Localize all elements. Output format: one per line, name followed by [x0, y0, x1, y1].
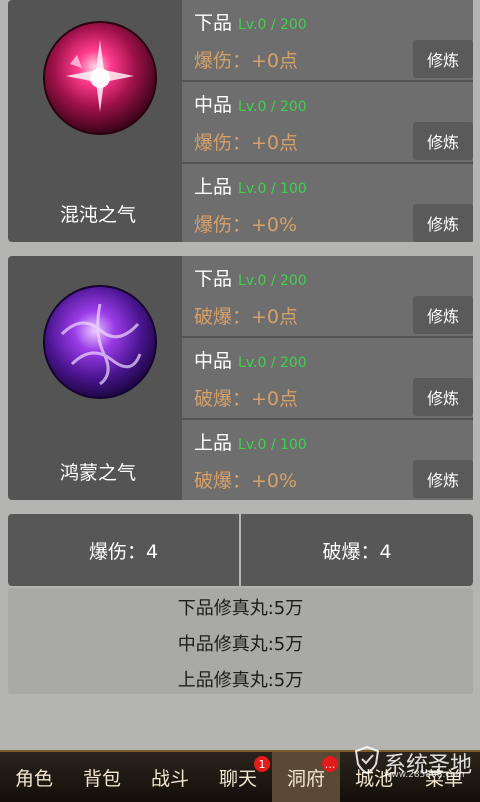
nav-cave-label: 洞府 [286, 767, 325, 790]
cultivate-button[interactable]: 修炼 [413, 122, 473, 160]
hundun-orb-icon [42, 20, 158, 136]
tier-label: 上品 [194, 176, 233, 198]
nav-battle[interactable]: 战斗 [136, 752, 204, 802]
hongmeng-row-mid: 中品 Lv.0 / 200 破爆：+0点 修炼 [182, 338, 473, 418]
cave-badge: ... [322, 756, 338, 772]
nav-chat-label: 聊天 [218, 767, 257, 790]
crit-break-total: 破爆：4 [241, 514, 473, 586]
stat-label: 破爆：+0% [194, 470, 298, 492]
hundun-orb-area: 混沌之气 [8, 0, 180, 242]
watermark: 系统圣地 www.285868.com [354, 745, 472, 780]
stat-label: 爆伤：+0% [194, 214, 298, 236]
hongmeng-row-low: 下品 Lv.0 / 200 破爆：+0点 修炼 [182, 256, 473, 336]
cultivate-button[interactable]: 修炼 [413, 378, 473, 416]
stat-label: 破爆：+0点 [194, 388, 299, 410]
pill-high: 上品修真丸:5万 [177, 670, 304, 691]
level-label: Lv.0 / 200 [238, 99, 307, 115]
level-label: Lv.0 / 200 [238, 273, 307, 289]
hongmeng-orb-area: 鸿蒙之气 [8, 256, 180, 500]
pill-list: 下品修真丸:5万 中品修真丸:5万 上品修真丸:5万 [8, 588, 473, 694]
chat-badge: 1 [254, 756, 270, 772]
level-label: Lv.0 / 100 [238, 437, 307, 453]
tier-label: 下品 [194, 268, 233, 290]
pill-low: 下品修真丸:5万 [177, 598, 304, 619]
tier-label: 上品 [194, 432, 233, 454]
tier-label: 中品 [194, 94, 233, 116]
nav-bag[interactable]: 背包 [68, 752, 136, 802]
tier-label: 下品 [194, 12, 233, 34]
stat-label: 爆伤：+0点 [194, 50, 299, 72]
stat-label: 爆伤：+0点 [194, 132, 299, 154]
level-label: Lv.0 / 200 [238, 17, 307, 33]
cultivate-button[interactable]: 修炼 [413, 460, 473, 498]
nav-cave[interactable]: 洞府 ... [272, 752, 340, 802]
cultivate-button[interactable]: 修炼 [413, 296, 473, 334]
pill-mid: 中品修真丸:5万 [177, 634, 304, 655]
hundun-name: 混沌之气 [59, 204, 136, 226]
crit-damage-total: 爆伤：4 [8, 514, 239, 586]
shield-logo-icon [354, 745, 380, 780]
nav-character[interactable]: 角色 [0, 752, 68, 802]
stat-label: 破爆：+0点 [194, 306, 299, 328]
hundun-row-low: 下品 Lv.0 / 200 爆伤：+0点 修炼 [182, 0, 473, 80]
hongmeng-orb-icon [42, 284, 158, 400]
hundun-row-mid: 中品 Lv.0 / 200 爆伤：+0点 修炼 [182, 82, 473, 162]
hundun-row-high: 上品 Lv.0 / 100 爆伤：+0% 修炼 [182, 164, 473, 242]
level-label: Lv.0 / 100 [238, 181, 307, 197]
hongmeng-row-high: 上品 Lv.0 / 100 破爆：+0% 修炼 [182, 420, 473, 500]
watermark-url: www.285868.com [383, 770, 465, 780]
cultivate-button[interactable]: 修炼 [413, 204, 473, 242]
hongmeng-name: 鸿蒙之气 [59, 462, 136, 484]
hongmeng-panel: 鸿蒙之气 下品 Lv.0 / 200 破爆：+0点 修炼 中品 Lv.0 / 200… [8, 256, 473, 500]
cultivate-button[interactable]: 修炼 [413, 40, 473, 78]
tier-label: 中品 [194, 350, 233, 372]
nav-chat[interactable]: 聊天 1 [204, 752, 272, 802]
hundun-panel: 混沌之气 下品 Lv.0 / 200 爆伤：+0点 修炼 中品 Lv.0 / 200… [8, 0, 473, 242]
level-label: Lv.0 / 200 [238, 355, 307, 371]
